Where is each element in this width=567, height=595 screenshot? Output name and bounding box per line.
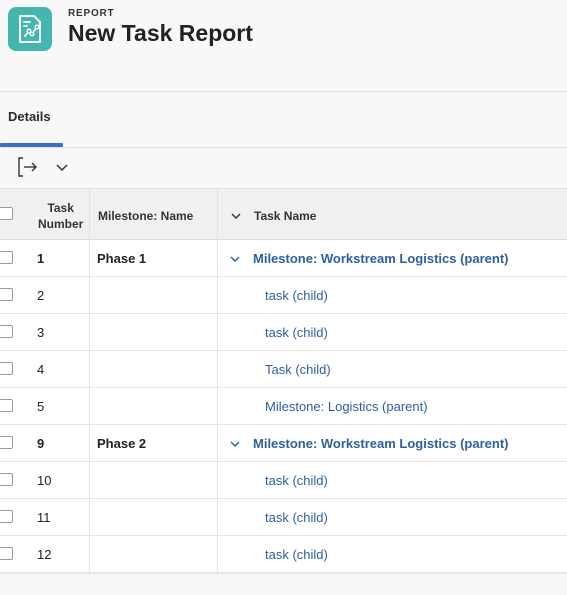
row-checkbox[interactable] — [0, 547, 13, 560]
table-row[interactable]: 1 Phase 1 Milestone: Workstream Logistics … — [0, 240, 567, 277]
page-title: New Task Report — [68, 20, 253, 46]
task-number-cell: 3 — [37, 325, 45, 340]
row-checkbox[interactable] — [0, 362, 13, 375]
task-name-link[interactable]: task (child) — [265, 510, 328, 525]
task-name-link[interactable]: Milestone: Workstream Logistics (parent) — [253, 251, 508, 266]
column-divider — [89, 189, 90, 240]
task-name-link[interactable]: Milestone: Logistics (parent) — [265, 399, 428, 414]
column-header-milestone-name[interactable]: Milestone: Name — [98, 209, 193, 223]
row-checkbox[interactable] — [0, 288, 13, 301]
row-checkbox[interactable] — [0, 399, 13, 412]
table-row[interactable]: 9 Phase 2 Milestone: Workstream Logistics … — [0, 425, 567, 462]
table-row[interactable]: 4 Task (child) — [0, 351, 567, 388]
row-checkbox[interactable] — [0, 473, 13, 486]
milestone-name-cell: Phase 2 — [97, 436, 147, 451]
task-name-link[interactable]: Task (child) — [265, 362, 331, 377]
tab-details[interactable]: Details — [0, 92, 63, 148]
column-header-task-number[interactable]: Task Number — [38, 200, 83, 232]
column-divider — [217, 277, 218, 314]
column-divider — [217, 388, 218, 425]
table-row[interactable]: 10 task (child) — [0, 462, 567, 499]
task-name-link[interactable]: Milestone: Workstream Logistics (parent) — [253, 436, 508, 451]
column-divider — [89, 462, 90, 499]
task-number-cell: 12 — [37, 547, 52, 562]
column-divider — [89, 388, 90, 425]
task-number-cell: 4 — [37, 362, 45, 377]
column-divider — [89, 277, 90, 314]
column-divider — [217, 351, 218, 388]
column-header-task-name[interactable]: Task Name — [254, 209, 316, 223]
task-name-link[interactable]: task (child) — [265, 325, 328, 340]
column-divider — [89, 351, 90, 388]
task-name-link[interactable]: task (child) — [265, 473, 328, 488]
report-header: REPORT New Task Report — [0, 0, 567, 92]
chevron-down-icon[interactable] — [54, 159, 70, 175]
table-row[interactable]: 2 task (child) — [0, 277, 567, 314]
chevron-down-icon[interactable] — [229, 252, 241, 264]
task-number-cell: 2 — [37, 288, 45, 303]
task-number-cell: 9 — [37, 436, 45, 451]
collapse-all-chevron-icon[interactable] — [230, 209, 242, 221]
tab-bar: Details — [0, 92, 567, 148]
column-divider — [89, 499, 90, 536]
row-checkbox[interactable] — [0, 436, 13, 449]
row-checkbox[interactable] — [0, 325, 13, 338]
column-divider — [217, 240, 218, 277]
milestone-name-cell: Phase 1 — [97, 251, 147, 266]
column-divider — [89, 240, 90, 277]
table-header: Task Number Milestone: Name Task Name — [0, 188, 567, 240]
task-number-cell: 11 — [37, 510, 51, 525]
column-divider — [217, 499, 218, 536]
column-divider — [217, 189, 218, 240]
report-chart-icon — [8, 7, 52, 51]
column-divider — [89, 425, 90, 462]
column-divider — [217, 425, 218, 462]
export-icon[interactable] — [16, 156, 40, 178]
tab-details-label: Details — [8, 109, 51, 124]
table-row[interactable]: 11 task (child) — [0, 499, 567, 536]
report-eyebrow: REPORT — [68, 8, 115, 19]
task-number-cell: 1 — [37, 251, 45, 266]
toolbar — [0, 148, 567, 188]
row-checkbox[interactable] — [0, 510, 13, 523]
column-divider — [89, 314, 90, 351]
task-name-link[interactable]: task (child) — [265, 288, 328, 303]
column-divider — [89, 536, 90, 573]
table-row[interactable]: 12 task (child) — [0, 536, 567, 573]
table-row[interactable]: 3 task (child) — [0, 314, 567, 351]
column-divider — [217, 536, 218, 573]
select-all-checkbox[interactable] — [0, 207, 13, 220]
task-name-link[interactable]: task (child) — [265, 547, 328, 562]
column-divider — [217, 314, 218, 351]
task-number-cell: 5 — [37, 399, 45, 414]
table-row[interactable]: 5 Milestone: Logistics (parent) — [0, 388, 567, 425]
task-number-cell: 10 — [37, 473, 52, 488]
row-checkbox[interactable] — [0, 251, 13, 264]
column-divider — [217, 462, 218, 499]
report-table: Task Number Milestone: Name Task Name 1 P… — [0, 188, 567, 573]
table-footer-space — [0, 573, 567, 595]
chevron-down-icon[interactable] — [229, 437, 241, 449]
